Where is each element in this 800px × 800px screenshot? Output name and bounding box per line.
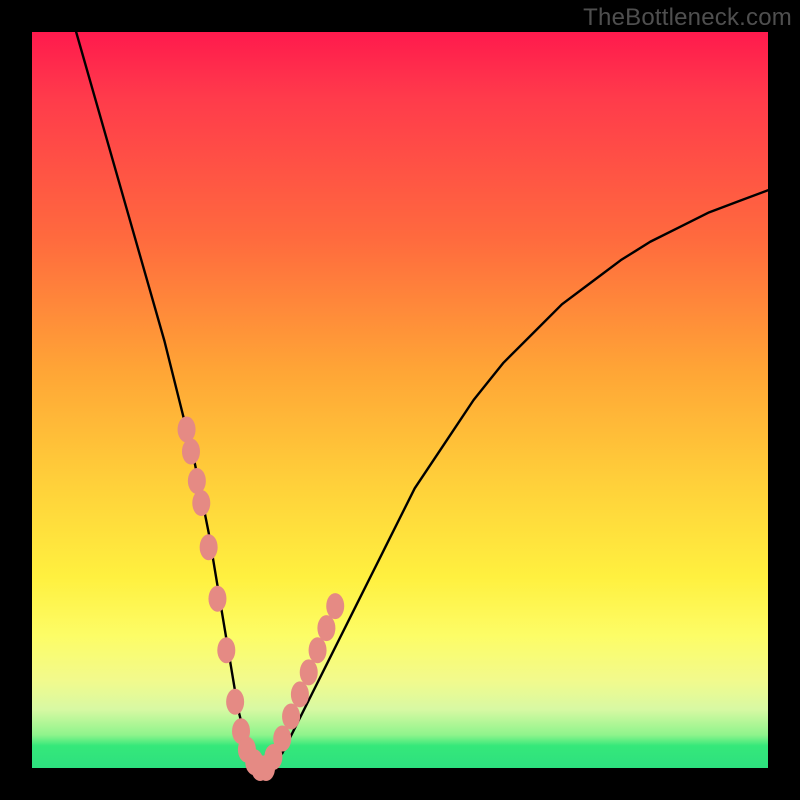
marker-dot (309, 637, 327, 663)
curve-markers (178, 416, 345, 781)
marker-dot (188, 468, 206, 494)
chart-frame: TheBottleneck.com (0, 0, 800, 800)
marker-dot (300, 659, 318, 685)
marker-dot (217, 637, 235, 663)
marker-dot (317, 615, 335, 641)
watermark-text: TheBottleneck.com (583, 4, 792, 32)
marker-dot (178, 416, 196, 442)
marker-dot (200, 534, 218, 560)
marker-dot (182, 439, 200, 465)
marker-dot (192, 490, 210, 516)
marker-dot (326, 593, 344, 619)
marker-dot (273, 726, 291, 752)
bottleneck-curve (76, 32, 768, 768)
marker-dot (282, 703, 300, 729)
marker-dot (226, 689, 244, 715)
marker-dot (291, 681, 309, 707)
chart-overlay (32, 32, 768, 768)
marker-dot (208, 586, 226, 612)
